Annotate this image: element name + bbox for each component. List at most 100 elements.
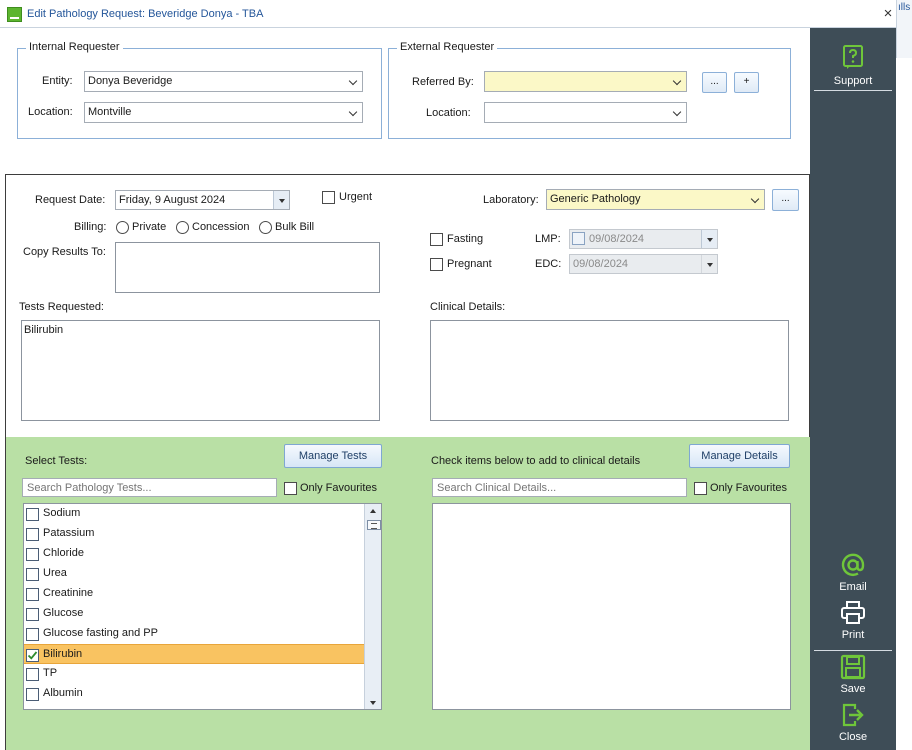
- edc-value: 09/08/2024: [573, 258, 629, 270]
- scroll-thumb[interactable]: [367, 520, 381, 530]
- tests-only-favourites-checkbox[interactable]: [284, 482, 297, 495]
- test-list-item[interactable]: Urea: [24, 564, 364, 584]
- sidebar-divider: [814, 90, 892, 91]
- clinical-details-input[interactable]: [430, 320, 789, 421]
- save-icon: [840, 654, 866, 680]
- printer-icon: [841, 601, 865, 624]
- laboratory-browse-button[interactable]: ...: [772, 189, 799, 211]
- scroll-down-icon[interactable]: [365, 696, 381, 709]
- details-only-favourites-label: Only Favourites: [710, 482, 788, 494]
- test-list-scrollbar[interactable]: [364, 504, 381, 709]
- select-tests-label: Select Tests:: [25, 455, 88, 467]
- test-list-item[interactable]: Bilirubin: [24, 644, 364, 664]
- laboratory-value: Generic Pathology: [550, 193, 641, 205]
- tests-requested-label: Tests Requested:: [19, 301, 104, 313]
- search-clinical-details-input[interactable]: [432, 478, 687, 497]
- details-only-favourites-checkbox[interactable]: [694, 482, 707, 495]
- app-icon: [7, 7, 22, 22]
- clinical-picker-label: Check items below to add to clinical det…: [431, 455, 641, 467]
- tests-requested-input[interactable]: Bilirubin: [21, 320, 380, 421]
- add-referrer-button[interactable]: +: [734, 72, 759, 93]
- billing-bulk-bill-radio[interactable]: [259, 221, 272, 234]
- entity-select[interactable]: Donya Beveridge: [84, 71, 363, 92]
- test-list-item[interactable]: Chloride: [24, 544, 364, 564]
- test-list-item[interactable]: Albumin: [24, 684, 364, 704]
- test-checkbox[interactable]: [26, 508, 39, 521]
- external-location-select[interactable]: [484, 102, 687, 123]
- referred-by-browse-button[interactable]: ...: [702, 72, 727, 93]
- urgent-checkbox[interactable]: [322, 191, 335, 204]
- test-list-item[interactable]: Sodium: [24, 504, 364, 524]
- chevron-down-icon: [750, 190, 760, 209]
- manage-details-button[interactable]: Manage Details: [689, 444, 790, 468]
- test-list-item[interactable]: Glucose fasting and PP: [24, 624, 364, 644]
- test-checkbox[interactable]: [26, 528, 39, 541]
- test-list-item[interactable]: TP: [24, 664, 364, 684]
- close-window-button[interactable]: ×: [880, 5, 896, 23]
- test-checkbox[interactable]: [26, 588, 39, 601]
- search-tests-input[interactable]: [22, 478, 277, 497]
- test-name: Glucose fasting and PP: [43, 627, 158, 639]
- chevron-down-icon: [348, 72, 358, 91]
- test-checkbox[interactable]: [26, 628, 39, 641]
- support-label: Support: [833, 75, 873, 87]
- at-sign-icon: [841, 553, 865, 577]
- lmp-label: LMP:: [535, 233, 561, 245]
- close-label: Close: [838, 731, 868, 743]
- support-button[interactable]: Support: [810, 44, 896, 87]
- lmp-value: 09/08/2024: [589, 233, 645, 245]
- test-checkbox[interactable]: [26, 548, 39, 561]
- test-name: Albumin: [43, 687, 83, 699]
- save-label: Save: [840, 683, 866, 695]
- action-sidebar: Support Email Print Save Close: [810, 28, 896, 750]
- test-name: Glucose: [43, 607, 84, 619]
- external-location-label: Location:: [426, 107, 471, 119]
- test-checkbox[interactable]: [26, 688, 39, 701]
- pregnant-label: Pregnant: [447, 258, 492, 270]
- save-button[interactable]: Save: [810, 654, 896, 695]
- test-checkbox-checked[interactable]: [26, 649, 39, 662]
- help-icon: [843, 45, 863, 69]
- pregnant-checkbox[interactable]: [430, 258, 443, 271]
- scroll-up-icon[interactable]: [365, 504, 381, 518]
- test-name: Patassium: [43, 527, 95, 539]
- lmp-date-picker[interactable]: 09/08/2024: [569, 229, 718, 249]
- tests-requested-value: Bilirubin: [24, 324, 64, 336]
- test-list-item[interactable]: Patassium: [24, 524, 364, 544]
- entity-value: Donya Beveridge: [88, 75, 173, 87]
- fasting-checkbox[interactable]: [430, 233, 443, 246]
- test-checkbox[interactable]: [26, 668, 39, 681]
- test-list-item[interactable]: Creatinine: [24, 584, 364, 604]
- lmp-enable-checkbox[interactable]: [572, 232, 585, 245]
- checkmark-icon: [27, 651, 38, 660]
- laboratory-select[interactable]: Generic Pathology: [546, 189, 765, 210]
- test-list-item[interactable]: Glucose: [24, 604, 364, 624]
- copy-results-label: Copy Results To:: [23, 246, 106, 258]
- chevron-down-icon: [672, 103, 682, 122]
- background-window-text: ılls: [898, 2, 911, 13]
- copy-results-input[interactable]: [115, 242, 380, 293]
- close-button[interactable]: Close: [810, 702, 896, 743]
- test-name: TP: [43, 667, 58, 679]
- billing-private-radio[interactable]: [116, 221, 129, 234]
- edc-date-picker[interactable]: 09/08/2024: [569, 254, 718, 274]
- test-name: Creatinine: [43, 587, 94, 599]
- test-checkbox[interactable]: [26, 568, 39, 581]
- print-label: Print: [841, 629, 865, 641]
- internal-location-label: Location:: [28, 106, 73, 118]
- exit-icon: [842, 703, 864, 727]
- request-date-picker[interactable]: Friday, 9 August 2024: [115, 190, 290, 210]
- referred-by-select[interactable]: [484, 71, 687, 92]
- internal-location-select[interactable]: Montville: [84, 102, 363, 123]
- print-button[interactable]: Print: [810, 600, 896, 641]
- billing-concession-radio[interactable]: [176, 221, 189, 234]
- fasting-label: Fasting: [447, 233, 484, 245]
- test-checkbox[interactable]: [26, 608, 39, 621]
- clinical-details-list[interactable]: [432, 503, 791, 710]
- request-date-value: Friday, 9 August 2024: [119, 194, 226, 206]
- calendar-dropdown-icon[interactable]: [701, 230, 717, 248]
- calendar-dropdown-icon[interactable]: [273, 191, 289, 209]
- manage-tests-button[interactable]: Manage Tests: [284, 444, 382, 468]
- email-button[interactable]: Email: [810, 552, 896, 593]
- internal-requester-group: Internal Requester: [17, 41, 382, 139]
